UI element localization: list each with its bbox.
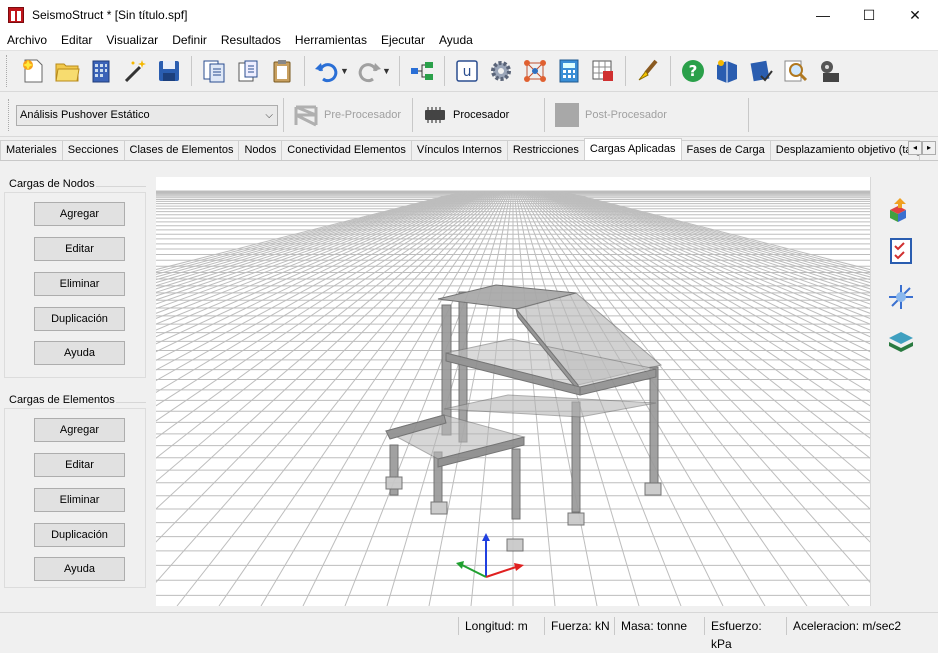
element-add-button[interactable]: Agregar xyxy=(34,418,125,442)
status-length: Longitud: m xyxy=(458,617,540,635)
node-help-button[interactable]: Ayuda xyxy=(34,341,125,365)
main-toolbar: ▼ ▼ u ? xyxy=(0,50,938,92)
building-icon[interactable] xyxy=(84,54,118,88)
processor-button[interactable]: Procesador xyxy=(421,99,509,131)
new-project-icon[interactable] xyxy=(16,54,50,88)
paste-document-icon[interactable] xyxy=(231,54,265,88)
toolbar-grip[interactable] xyxy=(6,55,10,87)
3d-view-icon[interactable] xyxy=(885,193,917,225)
status-mass: Masa: tonne xyxy=(614,617,702,635)
column-front-mid2 xyxy=(511,448,521,520)
node-add-button[interactable]: Agregar xyxy=(34,202,125,226)
chip-icon xyxy=(425,107,445,123)
title-bar: SeismoStruct * [Sin título.spf] — ☐ ✕ xyxy=(0,0,938,30)
chevron-down-icon: ⌵ xyxy=(265,110,273,121)
tab-conectividad-elementos[interactable]: Conectividad Elementos xyxy=(281,140,412,160)
post-processor-icon xyxy=(555,103,579,127)
checklist-icon[interactable] xyxy=(885,235,917,267)
node-loads-title: Cargas de Nodos xyxy=(9,178,95,190)
tab-scroll-left-button[interactable]: ◂ xyxy=(908,141,922,155)
unit-u-icon[interactable]: u xyxy=(450,54,484,88)
post-processor-button[interactable]: Post-Procesador xyxy=(553,99,667,131)
column-back-right xyxy=(649,366,659,488)
menu-archivo[interactable]: Archivo xyxy=(0,30,54,50)
menu-ayuda[interactable]: Ayuda xyxy=(432,30,480,50)
minimize-button[interactable]: — xyxy=(800,0,846,30)
brush-icon[interactable] xyxy=(631,54,665,88)
tab-clases-de-elementos[interactable]: Clases de Elementos xyxy=(123,140,240,160)
tab-fases-de-carga[interactable]: Fases de Carga xyxy=(680,140,771,160)
undo-dropdown-icon[interactable]: ▼ xyxy=(340,66,350,76)
analysis-bar-grip[interactable] xyxy=(8,99,12,131)
node-edit-button[interactable]: Editar xyxy=(34,237,125,261)
element-delete-button[interactable]: Eliminar xyxy=(34,488,125,512)
tab-materiales[interactable]: Materiales xyxy=(0,140,63,160)
status-acceleration: Aceleracion: m/sec2 xyxy=(786,617,910,635)
tab-secciones[interactable]: Secciones xyxy=(61,140,125,160)
window-title: SeismoStruct * [Sin título.spf] xyxy=(32,8,188,22)
menu-resultados[interactable]: Resultados xyxy=(214,30,288,50)
search-icon[interactable] xyxy=(778,54,812,88)
view-sidebar xyxy=(870,177,932,606)
tab-nodos[interactable]: Nodos xyxy=(238,140,283,160)
post-processor-label: Post-Procesador xyxy=(585,109,667,121)
redo-dropdown-icon[interactable]: ▼ xyxy=(382,66,392,76)
element-duplicate-button[interactable]: Duplicación xyxy=(34,523,125,547)
clipboard-icon[interactable] xyxy=(265,54,299,88)
manual-icon[interactable] xyxy=(744,54,778,88)
axes-icon[interactable] xyxy=(885,281,917,313)
processor-label: Procesador xyxy=(453,109,510,121)
tab-cargas-aplicadas[interactable]: Cargas Aplicadas xyxy=(583,138,682,160)
svg-text:?: ? xyxy=(689,62,698,80)
frame-structure-icon xyxy=(294,105,318,127)
structure-model[interactable] xyxy=(156,177,870,606)
menu-herramientas[interactable]: Herramientas xyxy=(288,30,374,50)
menu-bar: Archivo Editar Visualizar Definir Result… xyxy=(0,30,938,50)
analysis-type-select[interactable]: Análisis Pushover Estático ⌵ xyxy=(16,105,278,126)
module-tabs: Materiales Secciones Clases de Elementos… xyxy=(0,138,938,161)
element-loads-title: Cargas de Elementos xyxy=(9,394,115,406)
copy-document-icon[interactable] xyxy=(197,54,231,88)
3d-viewport[interactable] xyxy=(156,177,870,606)
node-delete-button[interactable]: Eliminar xyxy=(34,272,125,296)
open-folder-icon[interactable] xyxy=(50,54,84,88)
menu-editar[interactable]: Editar xyxy=(54,30,99,50)
book-icon[interactable] xyxy=(710,54,744,88)
undo-icon[interactable] xyxy=(310,54,344,88)
app-logo-icon xyxy=(8,7,24,23)
loads-panel: Cargas de Nodos Agregar Editar Eliminar … xyxy=(4,168,150,606)
analysis-bar: Análisis Pushover Estático ⌵ Pre-Procesa… xyxy=(0,93,938,137)
settings-gear-icon[interactable] xyxy=(484,54,518,88)
tab-restricciones[interactable]: Restricciones xyxy=(506,140,585,160)
pre-processor-label: Pre-Procesador xyxy=(324,109,402,121)
maximize-button[interactable]: ☐ xyxy=(846,0,892,30)
tab-desplazamiento-objetivo[interactable]: Desplazamiento objetivo (targe xyxy=(769,140,920,160)
svg-text:u: u xyxy=(463,64,472,80)
status-stress: Esfuerzo: kPa xyxy=(704,617,784,651)
calculator-icon[interactable] xyxy=(552,54,586,88)
menu-definir[interactable]: Definir xyxy=(165,30,214,50)
column-front-right xyxy=(571,401,581,513)
status-force: Fuerza: kN xyxy=(544,617,612,635)
analysis-type-value: Análisis Pushover Estático xyxy=(20,109,150,121)
menu-visualizar[interactable]: Visualizar xyxy=(99,30,165,50)
help-icon[interactable]: ? xyxy=(676,54,710,88)
wizard-icon[interactable] xyxy=(118,54,152,88)
menu-ejecutar[interactable]: Ejecutar xyxy=(374,30,432,50)
status-bar: Longitud: m Fuerza: kN Masa: tonne Esfue… xyxy=(0,612,938,651)
element-help-button[interactable]: Ayuda xyxy=(34,557,125,581)
redo-icon[interactable] xyxy=(352,54,386,88)
tab-scroll-right-button[interactable]: ▸ xyxy=(922,141,936,155)
node-duplicate-button[interactable]: Duplicación xyxy=(34,307,125,331)
element-edit-button[interactable]: Editar xyxy=(34,453,125,477)
tab-vinculos-internos[interactable]: Vínculos Internos xyxy=(410,140,508,160)
hierarchy-icon[interactable] xyxy=(405,54,439,88)
molecule-icon[interactable] xyxy=(518,54,552,88)
pre-processor-button[interactable]: Pre-Procesador xyxy=(292,99,401,131)
close-button[interactable]: ✕ xyxy=(892,0,938,30)
save-icon[interactable] xyxy=(152,54,186,88)
film-icon[interactable] xyxy=(812,54,846,88)
table-grid-icon[interactable] xyxy=(586,54,620,88)
layers-icon[interactable] xyxy=(885,325,917,357)
